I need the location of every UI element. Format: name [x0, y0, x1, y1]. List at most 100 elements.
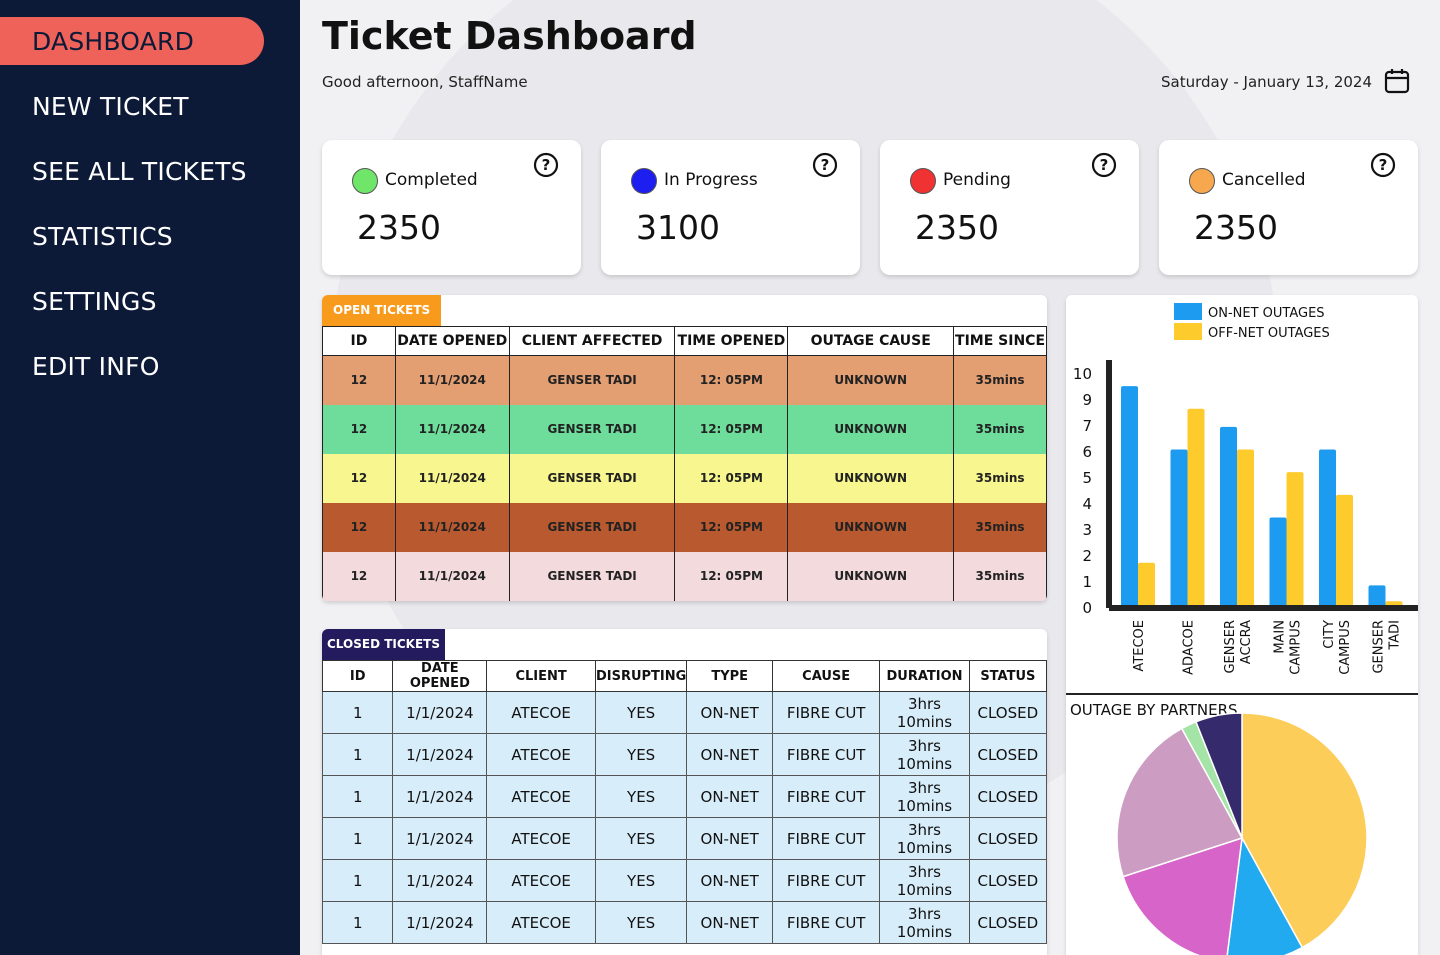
calendar-icon[interactable] — [1384, 68, 1410, 94]
column-header[interactable]: TIME SINCE — [953, 326, 1047, 356]
y-tick-label: 5 — [1082, 469, 1092, 487]
x-category-label: ATECOE — [1132, 620, 1147, 672]
legend-label: ON-NET OUTAGES — [1208, 306, 1325, 321]
column-header[interactable]: ID — [322, 326, 396, 356]
current-date: Saturday - January 13, 2024 — [1161, 73, 1372, 91]
table-cell: 12: 05PM — [674, 453, 789, 503]
status-card-value: 3100 — [636, 208, 720, 247]
status-card-label: Pending — [943, 170, 1011, 190]
column-header[interactable]: CLIENT — [486, 660, 596, 692]
column-header[interactable]: TYPE — [686, 660, 774, 692]
bar — [1170, 449, 1188, 608]
table-cell: 3hrs 10mins — [879, 901, 970, 944]
status-card-label: In Progress — [664, 170, 758, 190]
column-header[interactable]: CLIENT AFFECTED — [508, 326, 676, 356]
open-ticket-row[interactable]: 12 11/1/2024 GENSER TADI 12: 05PM UNKNOWN 35m… — [322, 551, 1047, 601]
help-icon[interactable]: ? — [812, 152, 838, 178]
open-ticket-row[interactable]: 12 11/1/2024 GENSER TADI 12: 05PM UNKNOWN 35m… — [322, 355, 1047, 405]
closed-ticket-row[interactable]: 1 1/1/2024 ATECOE YES ON-NET FIBRE CUT 3hrs 10… — [322, 691, 1047, 734]
column-header[interactable]: STATUS — [968, 660, 1047, 692]
open-ticket-row[interactable]: 12 11/1/2024 GENSER TADI 12: 05PM UNKNOWN 35m… — [322, 404, 1047, 454]
status-card-completed: Completed 2350? — [322, 140, 581, 275]
table-cell: ATECOE — [486, 775, 596, 818]
table-cell: CLOSED — [968, 775, 1047, 818]
status-card-label: Cancelled — [1222, 170, 1306, 190]
status-color-dot — [1189, 168, 1215, 194]
bar — [1220, 426, 1237, 608]
bar — [1368, 585, 1386, 608]
sidebar-item-settings[interactable]: SETTINGS — [0, 277, 264, 325]
table-cell: 12: 05PM — [674, 502, 789, 552]
table-cell: YES — [594, 859, 688, 902]
column-header[interactable]: DURATION — [879, 660, 970, 692]
y-tick-label: 2 — [1082, 547, 1092, 565]
sidebar-item-edit-info[interactable]: EDIT INFO — [0, 342, 264, 390]
open-ticket-row[interactable]: 12 11/1/2024 GENSER TADI 12: 05PM UNKNOWN 35m… — [322, 453, 1047, 503]
y-tick-label: 7 — [1082, 417, 1092, 435]
table-cell: 12 — [322, 551, 396, 601]
table-cell: 1 — [322, 733, 394, 776]
sidebar-item-dashboard[interactable]: DASHBOARD — [0, 17, 264, 65]
column-header[interactable]: OUTAGE CAUSE — [787, 326, 955, 356]
bar — [1319, 449, 1336, 608]
table-cell: 3hrs 10mins — [879, 817, 970, 860]
table-cell: 11/1/2024 — [394, 453, 510, 503]
column-header[interactable]: CAUSE — [772, 660, 881, 692]
table-cell: 12 — [322, 404, 396, 454]
table-cell: 11/1/2024 — [394, 551, 510, 601]
closed-ticket-row[interactable]: 1 1/1/2024 ATECOE YES ON-NET FIBRE CUT 3hrs 10… — [322, 733, 1047, 776]
status-card-pending: Pending 2350? — [880, 140, 1139, 275]
y-tick-label: 9 — [1082, 391, 1092, 409]
y-tick-label: 0 — [1082, 599, 1092, 617]
status-color-dot — [910, 168, 936, 194]
legend-swatch — [1174, 323, 1202, 340]
bar — [1121, 386, 1138, 608]
table-cell: 1/1/2024 — [392, 859, 488, 902]
open-tickets-panel: OPEN TICKETS ID DATE OPENED CLIENT AFFECTE… — [322, 295, 1047, 601]
table-cell: GENSER TADI — [508, 551, 676, 601]
table-cell: UNKNOWN — [787, 404, 955, 454]
column-header[interactable]: DATE OPENED — [392, 660, 488, 692]
svg-text:?: ? — [542, 156, 551, 174]
sidebar-item-new-ticket[interactable]: NEW TICKET — [0, 82, 264, 130]
status-color-dot — [352, 168, 378, 194]
sidebar-item-statistics[interactable]: STATISTICS — [0, 212, 264, 260]
x-category-label: CAMPUS — [1289, 620, 1304, 675]
table-cell: CLOSED — [968, 859, 1047, 902]
table-cell: ATECOE — [486, 859, 596, 902]
table-cell: 11/1/2024 — [394, 355, 510, 405]
column-header[interactable]: DATE OPENED — [394, 326, 510, 356]
closed-ticket-row[interactable]: 1 1/1/2024 ATECOE YES ON-NET FIBRE CUT 3hrs 10… — [322, 775, 1047, 818]
table-cell: 12: 05PM — [674, 404, 789, 454]
column-header[interactable]: ID — [322, 660, 394, 692]
sidebar-item-see-all-tickets[interactable]: SEE ALL TICKETS — [0, 147, 264, 195]
closed-ticket-row[interactable]: 1 1/1/2024 ATECOE YES ON-NET FIBRE CUT 3hrs 10… — [322, 817, 1047, 860]
table-cell: GENSER TADI — [508, 453, 676, 503]
outages-bar-chart: ON-NET OUTAGES OFF-NET OUTAGES 0 1 2 3 4 5 6 7 9 10… — [1073, 303, 1418, 675]
table-cell: CLOSED — [968, 901, 1047, 944]
table-cell: 35mins — [953, 502, 1047, 552]
help-icon[interactable]: ? — [533, 152, 559, 178]
column-header[interactable]: DISRUPTING — [594, 660, 688, 692]
x-category-label: CITY — [1322, 620, 1337, 649]
status-card-value: 2350 — [357, 208, 441, 247]
closed-ticket-row[interactable]: 1 1/1/2024 ATECOE YES ON-NET FIBRE CUT 3hrs 10… — [322, 901, 1047, 944]
open-ticket-row[interactable]: 12 11/1/2024 GENSER TADI 12: 05PM UNKNOWN 35m… — [322, 502, 1047, 552]
bar — [1237, 449, 1254, 608]
help-icon[interactable]: ? — [1091, 152, 1117, 178]
table-cell: 1 — [322, 859, 394, 902]
status-card-value: 2350 — [915, 208, 999, 247]
table-cell: YES — [594, 901, 688, 944]
closed-ticket-row[interactable]: 1 1/1/2024 ATECOE YES ON-NET FIBRE CUT 3hrs 10… — [322, 859, 1047, 902]
table-cell: 35mins — [953, 453, 1047, 503]
help-icon[interactable]: ? — [1370, 152, 1396, 178]
x-category-label: TADI — [1388, 620, 1403, 651]
table-cell: GENSER TADI — [508, 502, 676, 552]
charts-panel: ON-NET OUTAGES OFF-NET OUTAGES 0 1 2 3 4 5 6 7 9 10… — [1066, 295, 1418, 955]
sidebar: DASHBOARD NEW TICKET SEE ALL TICKETS STATIS… — [0, 0, 300, 955]
table-cell: ATECOE — [486, 901, 596, 944]
table-cell: ON-NET — [686, 901, 774, 944]
x-category-label: GENSER — [1372, 620, 1387, 674]
column-header[interactable]: TIME OPENED — [674, 326, 789, 356]
table-cell: 35mins — [953, 404, 1047, 454]
